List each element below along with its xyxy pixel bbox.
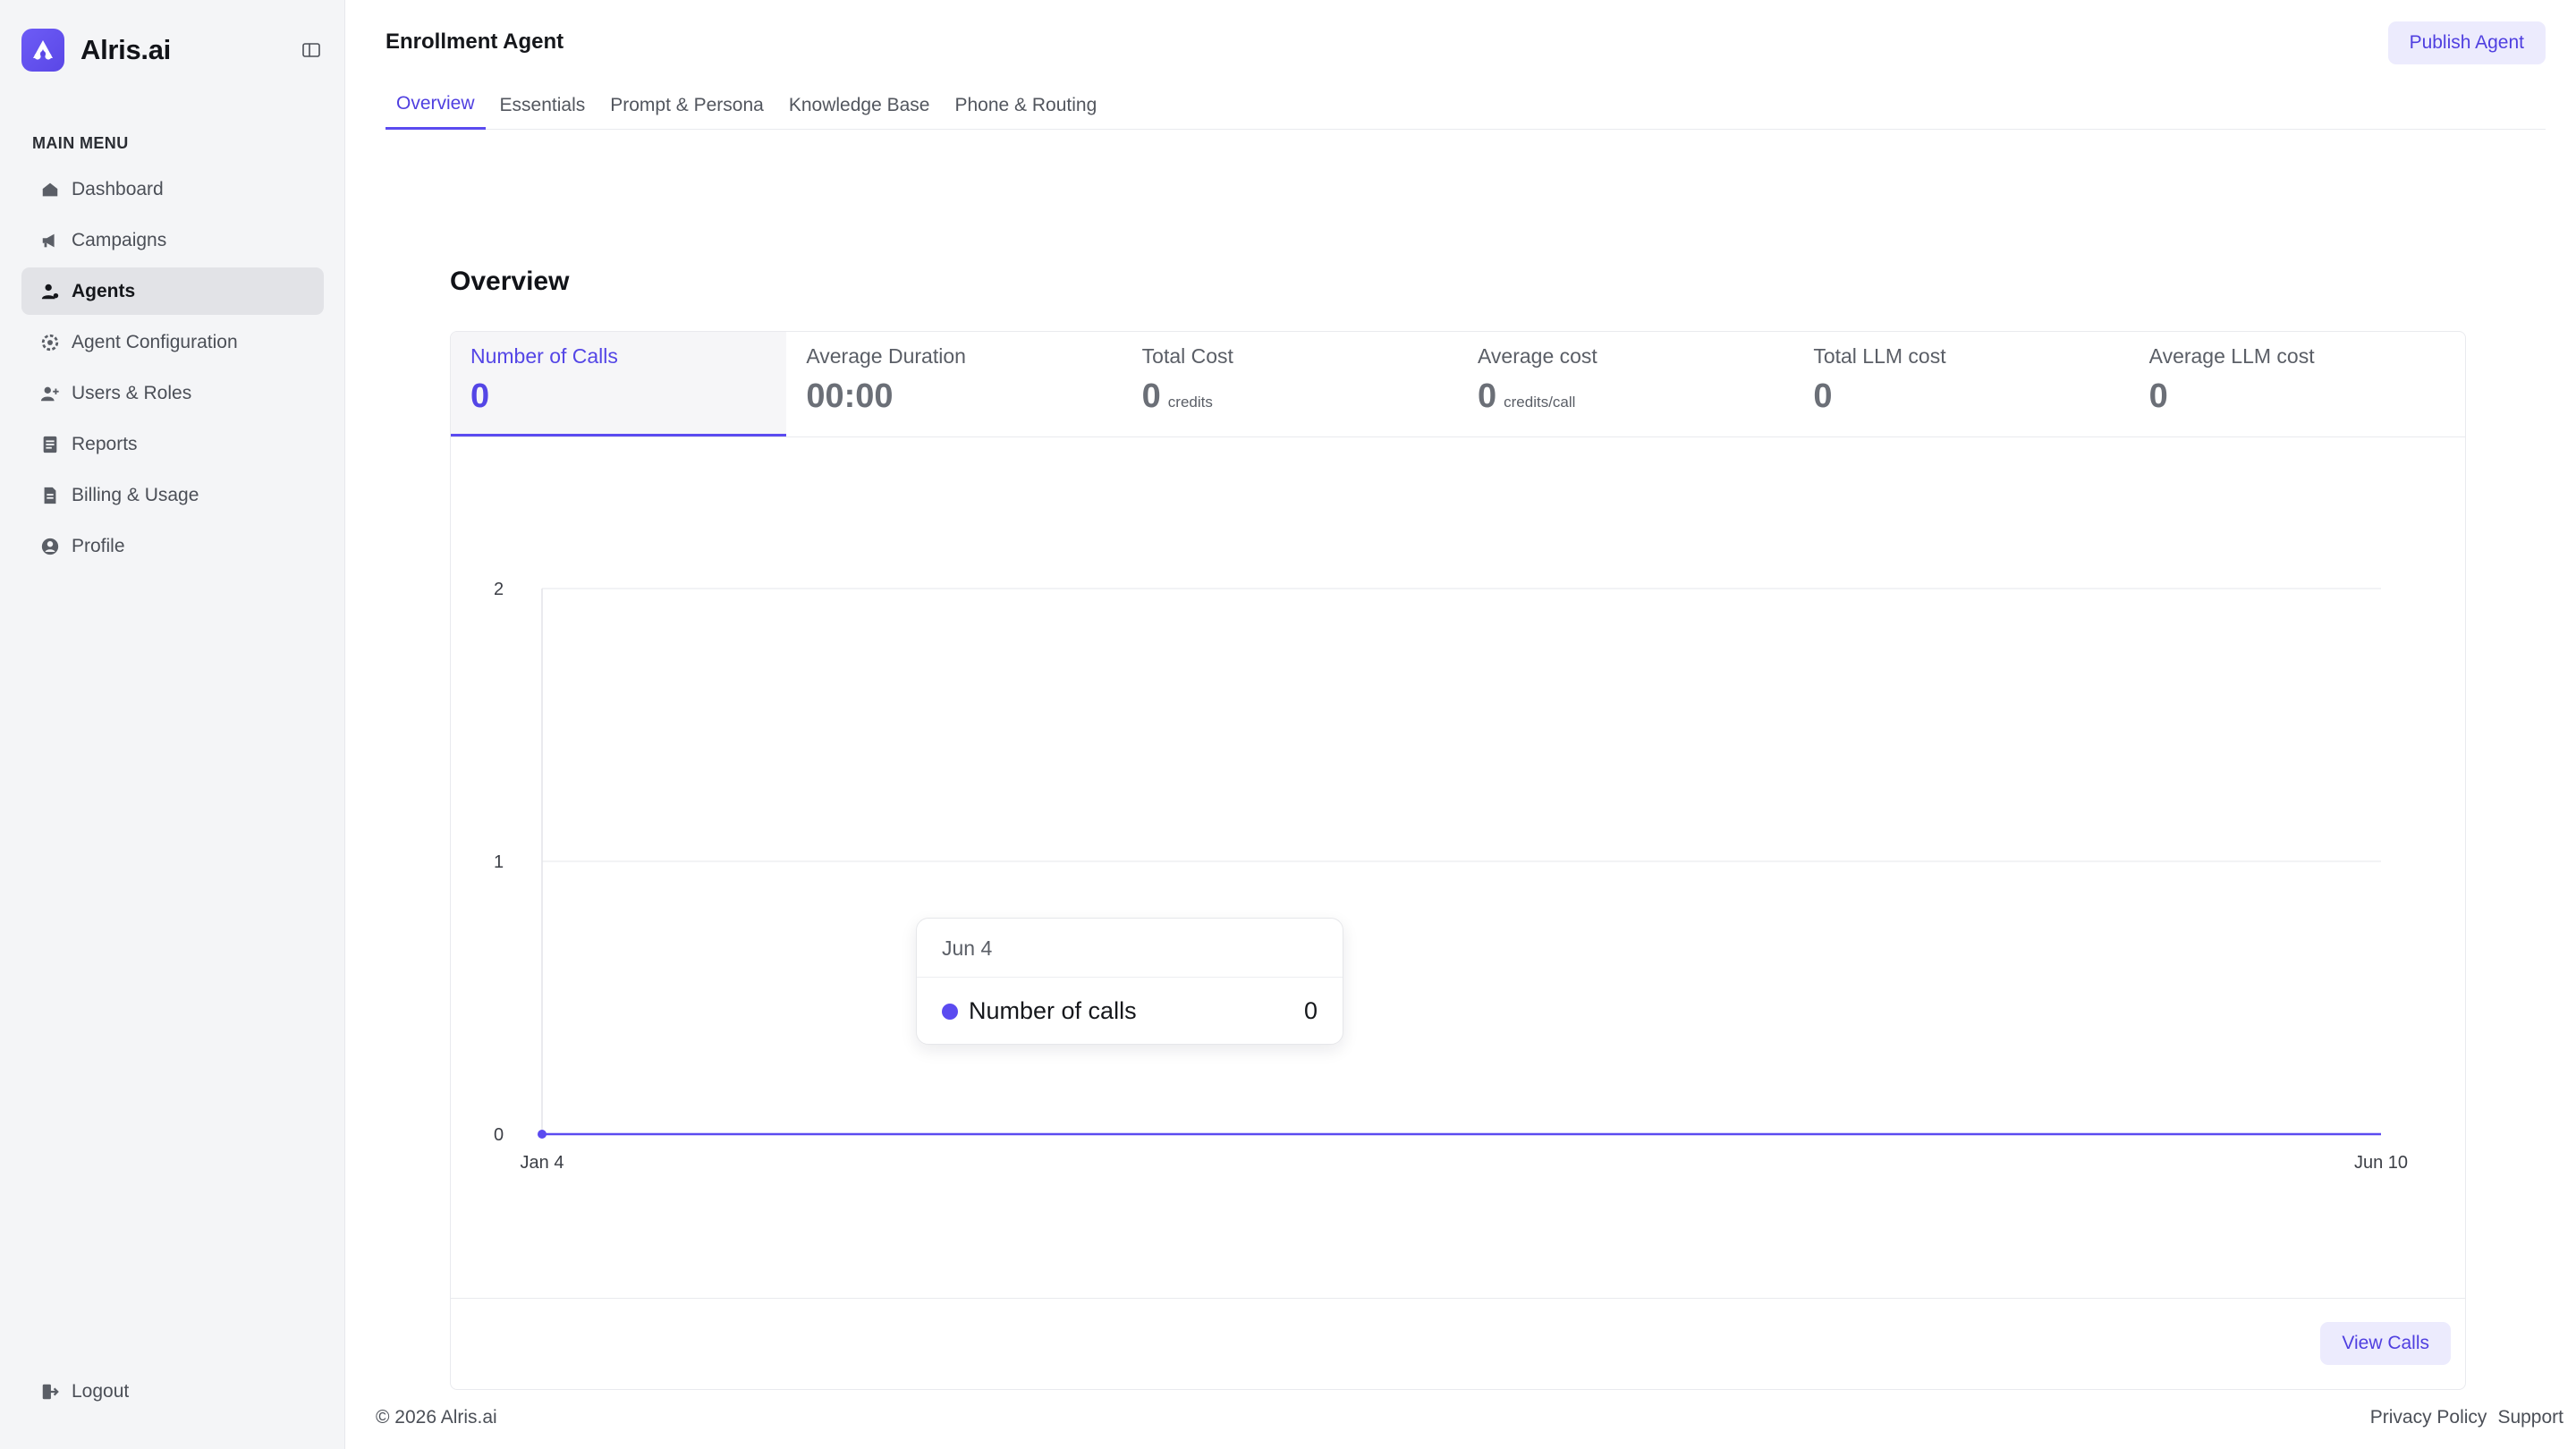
chart-tooltip: Jun 4 Number of calls 0	[916, 918, 1343, 1045]
sidebar-item-label: Dashboard	[72, 178, 164, 199]
metric-total-cost[interactable]: Total Cost 0 credits	[1123, 332, 1458, 436]
sidebar-item-label: Billing & Usage	[72, 484, 199, 505]
tab-phone-routing[interactable]: Phone & Routing	[944, 80, 1107, 130]
tooltip-date: Jun 4	[917, 919, 1343, 978]
series-dot-icon	[942, 1003, 958, 1020]
main-content: Enrollment Agent Publish Agent Overview …	[345, 0, 2576, 1449]
metric-label: Average cost	[1477, 344, 1597, 368]
sidebar-collapse-icon[interactable]	[301, 39, 322, 61]
metric-label: Average Duration	[806, 344, 966, 368]
copyright: © 2026 Alris.ai	[376, 1407, 497, 1428]
overview-title: Overview	[450, 267, 570, 296]
agent-icon	[39, 281, 61, 302]
metric-label: Total Cost	[1141, 344, 1233, 368]
tab-knowledge-base[interactable]: Knowledge Base	[778, 80, 941, 130]
home-icon	[39, 179, 61, 200]
x-tick-label: Jun 10	[2354, 1153, 2408, 1173]
main-menu-heading: MAIN MENU	[32, 134, 129, 152]
metric-unit: credits	[1167, 394, 1213, 411]
y-tick-label: 2	[494, 580, 504, 599]
metric-value: 0	[2148, 377, 2168, 415]
page-title: Enrollment Agent	[386, 30, 564, 54]
view-calls-button[interactable]: View Calls	[2320, 1322, 2451, 1365]
metric-label: Average LLM cost	[2148, 344, 2315, 368]
logout-icon	[39, 1381, 61, 1402]
brand-name: Alris.ai	[80, 34, 171, 65]
sidebar-item-label: Campaigns	[72, 229, 167, 250]
metric-average-duration[interactable]: Average Duration 00:00	[786, 332, 1122, 436]
x-tick-label: Jan 4	[521, 1153, 564, 1173]
sidebar-item-label: Profile	[72, 535, 125, 556]
logout-container: Logout	[21, 1368, 324, 1419]
brand[interactable]: Alris.ai	[21, 29, 171, 72]
metric-value: 00:00	[806, 377, 894, 415]
privacy-policy-link[interactable]: Privacy Policy	[2370, 1407, 2487, 1428]
metric-value: 0	[470, 377, 490, 415]
tooltip-series-label: Number of calls	[969, 997, 1137, 1024]
sidebar-item-campaigns[interactable]: Campaigns	[21, 216, 324, 264]
y-tick-label: 1	[494, 852, 504, 872]
tab-essentials[interactable]: Essentials	[489, 80, 597, 130]
chart-footer: View Calls	[451, 1298, 2465, 1389]
tab-prompt-persona[interactable]: Prompt & Persona	[599, 80, 775, 130]
y-tick-label: 0	[494, 1125, 504, 1145]
sidebar-item-profile[interactable]: Profile	[21, 522, 324, 570]
calls-chart[interactable]: 0 1 2 Jan 4 Jun 10	[451, 438, 2466, 1243]
metric-value: 0	[1141, 377, 1161, 415]
metric-average-cost[interactable]: Average cost 0 credits/call	[1458, 332, 1793, 436]
publish-agent-button[interactable]: Publish Agent	[2387, 21, 2546, 64]
sidebar-item-dashboard[interactable]: Dashboard	[21, 165, 324, 213]
tab-overview[interactable]: Overview	[386, 80, 486, 130]
logout-label: Logout	[72, 1380, 130, 1402]
sidebar-item-agents[interactable]: Agents	[21, 267, 324, 315]
billing-icon	[39, 485, 61, 506]
sidebar-item-agent-configuration[interactable]: Agent Configuration	[21, 318, 324, 366]
profile-icon	[39, 536, 61, 557]
metric-number-of-calls[interactable]: Number of Calls 0	[451, 332, 787, 436]
data-point	[538, 1130, 547, 1139]
megaphone-icon	[39, 230, 61, 251]
users-icon	[39, 383, 61, 404]
metric-value: 0	[1477, 377, 1497, 415]
sidebar-item-users-roles[interactable]: Users & Roles	[21, 369, 324, 417]
metric-label: Total LLM cost	[1813, 344, 1946, 368]
sidebar-item-label: Agents	[72, 280, 136, 301]
tooltip-row: Number of calls 0	[917, 978, 1343, 1045]
sidebar-item-billing-usage[interactable]: Billing & Usage	[21, 471, 324, 519]
metrics-row: Number of Calls 0 Average Duration 00:00…	[451, 332, 2465, 437]
metric-average-llm-cost[interactable]: Average LLM cost 0	[2130, 332, 2465, 436]
logout-button[interactable]: Logout	[21, 1368, 324, 1415]
main-menu: Dashboard Campaigns Agents Agent Configu…	[21, 165, 324, 573]
overview-card: Number of Calls 0 Average Duration 00:00…	[450, 331, 2466, 1390]
metric-label: Number of Calls	[470, 344, 618, 368]
support-link[interactable]: Support	[2497, 1407, 2563, 1428]
sidebar: Alris.ai MAIN MENU Dashboard Campaigns A…	[0, 0, 345, 1449]
sidebar-item-label: Agent Configuration	[72, 331, 238, 352]
sidebar-item-label: Reports	[72, 433, 138, 454]
gear-icon	[39, 332, 61, 353]
report-icon	[39, 434, 61, 455]
metric-total-llm-cost[interactable]: Total LLM cost 0	[1793, 332, 2129, 436]
sidebar-item-reports[interactable]: Reports	[21, 420, 324, 468]
calls-chart-area: 0 1 2 Jan 4 Jun 10	[451, 438, 2466, 1243]
footer-links: Privacy Policy Support	[2360, 1407, 2563, 1428]
alris-logo-icon	[21, 29, 64, 72]
metric-unit: credits/call	[1504, 394, 1576, 411]
metric-value: 0	[1813, 377, 1833, 415]
agent-tabs: Overview Essentials Prompt & Persona Kno…	[386, 80, 2546, 130]
tooltip-value: 0	[1303, 997, 1318, 1024]
sidebar-item-label: Users & Roles	[72, 382, 192, 403]
